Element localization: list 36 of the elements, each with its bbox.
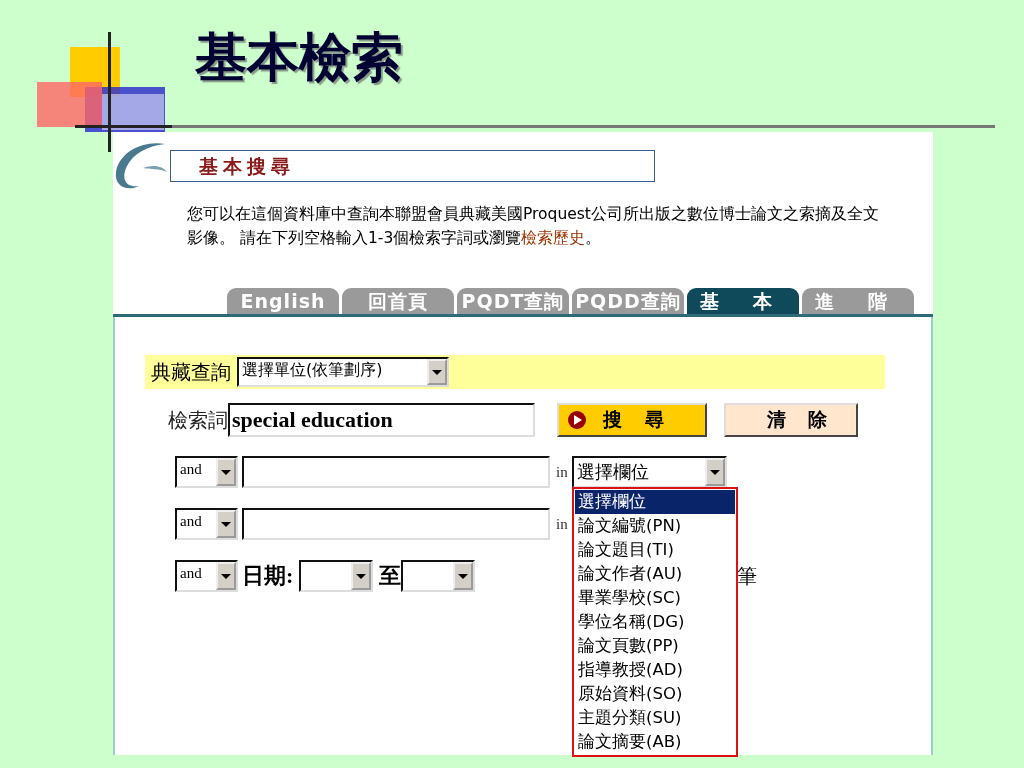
operator-select[interactable]: and: [175, 456, 238, 488]
field-select[interactable]: 選擇欄位: [571, 456, 727, 488]
keyword-label: 檢索詞: [168, 406, 228, 434]
dropdown-option[interactable]: 畢業學校(SC): [575, 586, 735, 610]
trailing-text: 筆: [737, 562, 758, 590]
dropdown-option[interactable]: 論文頁數(PP): [575, 634, 735, 658]
slide-title: 基本檢索: [195, 24, 403, 89]
play-icon: [567, 410, 587, 430]
term-field[interactable]: [242, 508, 550, 540]
page-heading: 基本搜尋: [170, 150, 655, 182]
dropdown-option[interactable]: 論文作者(AU): [575, 562, 735, 586]
date-select[interactable]: [401, 560, 476, 592]
intro-paragraph: 您可以在這個資料庫中查詢本聯盟會員典藏美國Proquest公司所出版之數位博士論文之索摘及全文影像。 請在下列空格輸入1-3個檢索字詞或瀏覽檢索歷史。: [187, 204, 879, 249]
keyword-field[interactable]: special education: [228, 403, 535, 437]
collection-label: 典藏查詢: [151, 358, 231, 386]
in-label: in: [556, 515, 568, 533]
dropdown-option[interactable]: 主題分類(SU): [575, 706, 735, 730]
date-select[interactable]: [299, 560, 374, 592]
search-button[interactable]: 搜 尋: [557, 403, 707, 437]
dropdown-option[interactable]: 學位名稱(DG): [575, 610, 735, 634]
nav-tab[interactable]: 基 本: [687, 288, 799, 314]
date-label: 日期:: [242, 562, 294, 590]
term-field[interactable]: [242, 456, 550, 488]
clear-button[interactable]: 清 除: [724, 403, 858, 437]
dropdown-option[interactable]: 論文編號(PN): [575, 514, 735, 538]
history-link[interactable]: 檢索歷史: [521, 229, 586, 247]
dropdown-option[interactable]: 原始資料(SO): [575, 682, 735, 706]
collection-select[interactable]: 選擇單位(依筆劃序): [237, 357, 449, 387]
dropdown-option[interactable]: 論文題目(TI): [575, 538, 735, 562]
dropdown-option[interactable]: 選擇欄位: [575, 490, 735, 514]
in-label: in: [556, 463, 568, 481]
operator-select[interactable]: and: [175, 560, 238, 592]
operator-select[interactable]: and: [175, 508, 238, 540]
dropdown-option[interactable]: 指導教授(AD): [575, 658, 735, 682]
to-label: 至: [379, 562, 402, 590]
dropdown-option[interactable]: 論文摘要(AB): [575, 730, 735, 754]
